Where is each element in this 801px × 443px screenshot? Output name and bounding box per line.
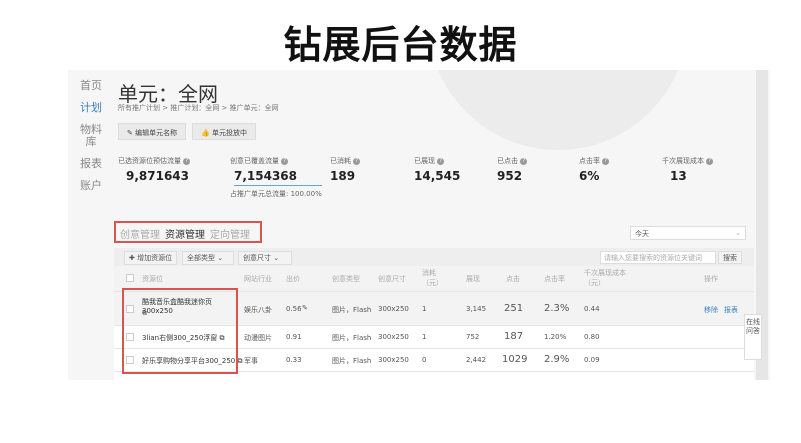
- help-icon: ?: [281, 157, 289, 165]
- breadcrumb: 所有推广计划 > 推广计划：全网 > 推广单元：全网: [118, 104, 279, 112]
- tab-targeting[interactable]: 定向管理: [210, 230, 250, 241]
- nav-home[interactable]: 首页: [80, 80, 102, 92]
- help-icon: ?: [183, 157, 191, 165]
- remove-link[interactable]: 移除: [704, 305, 718, 315]
- highlight-box: [122, 288, 238, 374]
- unit-status-button[interactable]: 👍 单元投放中: [192, 123, 256, 140]
- decorative-circle: [428, 70, 688, 150]
- help-icon: ?: [437, 157, 445, 165]
- search-button[interactable]: 搜索: [718, 251, 742, 264]
- size-select[interactable]: 创意尺寸 ⌄: [238, 251, 292, 265]
- stat-covered-traffic: 创意已覆盖流量 ? 7,154368 占推广单元总流量: 100.00%: [230, 157, 322, 198]
- stat-clicks: 已点击 ? 952: [497, 156, 528, 183]
- help-icon: ?: [520, 157, 528, 165]
- date-select[interactable]: 今天 ⌄: [630, 226, 746, 240]
- page-title: 钻展后台数据: [283, 23, 518, 67]
- external-link-icon[interactable]: ⧉: [237, 357, 242, 365]
- nav-account[interactable]: 账户: [80, 180, 102, 192]
- pencil-icon[interactable]: ✎: [302, 304, 308, 312]
- tab-creative[interactable]: 创意管理: [120, 230, 160, 241]
- help-icon: ?: [602, 157, 610, 165]
- stat-ctr: 点击率 ? 6%: [579, 156, 610, 183]
- tab-resource[interactable]: 资源管理: [165, 230, 205, 241]
- select-all-checkbox[interactable]: [126, 274, 134, 282]
- search-input[interactable]: 请输入您要搜索的资源位关键词: [600, 251, 716, 264]
- type-select[interactable]: 全部类型 ⌄: [182, 251, 234, 265]
- left-nav: 首页 计划 物料库 报表 账户: [80, 80, 102, 202]
- add-resource-button[interactable]: ✚ 增加资源位: [124, 251, 178, 265]
- nav-report[interactable]: 报表: [80, 158, 102, 170]
- chevron-down-icon: ⌄: [735, 229, 741, 237]
- help-icon: ?: [706, 157, 714, 165]
- resource-table: ✚ 增加资源位 全部类型 ⌄ 创意尺寸 ⌄ 请输入您要搜索的资源位关键词 搜索 …: [114, 248, 754, 380]
- screenshot-panel: 首页 计划 物料库 报表 账户 单元：全网 所有推广计划 > 推广计划：全网 >…: [68, 70, 770, 380]
- stat-views: 已展现 ? 14,545: [414, 157, 461, 183]
- report-link[interactable]: 报表: [724, 305, 738, 315]
- pencil-icon: ✎: [127, 129, 136, 137]
- stat-cost: 已消耗 ? 189: [330, 156, 361, 183]
- tab-group: 创意管理 资源管理 定向管理: [114, 221, 262, 243]
- stat-est-traffic: 已选资源位预估流量 ? 9,871643: [118, 157, 191, 183]
- help-icon: ?: [353, 157, 361, 165]
- nav-material[interactable]: 物料库: [80, 124, 102, 148]
- stat-cpm: 千次展现成本 ? 13: [662, 156, 714, 183]
- nav-plan[interactable]: 计划: [80, 102, 102, 114]
- thumb-icon: 👍: [201, 129, 212, 137]
- edit-unit-button[interactable]: ✎ 编辑单元名称: [118, 123, 187, 140]
- online-help-button[interactable]: 在线问答: [744, 314, 762, 360]
